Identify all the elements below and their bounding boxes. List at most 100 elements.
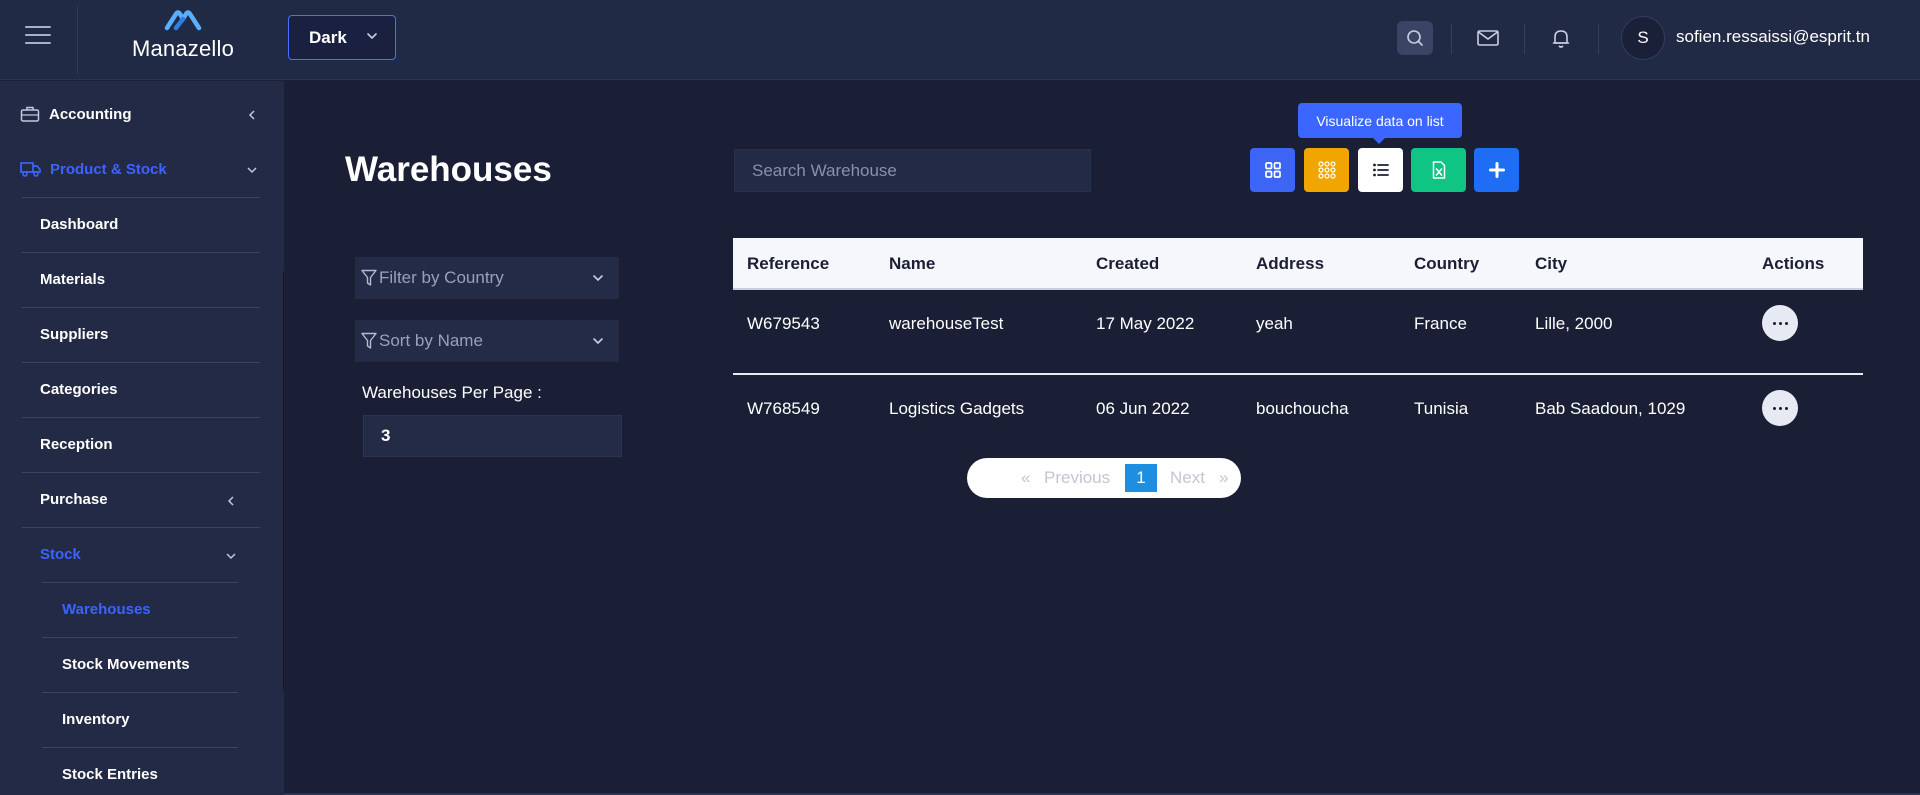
grid-view-icon [1264, 162, 1281, 178]
sidebar-scrollbar[interactable] [283, 271, 284, 691]
grid-view-button[interactable] [1250, 148, 1295, 192]
menu-icon[interactable] [25, 26, 51, 48]
header-divider [1524, 24, 1525, 54]
sidebar-item-suppliers[interactable]: Suppliers [40, 326, 108, 343]
sidebar-divider [22, 197, 260, 198]
sidebar-item-product-stock[interactable]: Product & Stock [20, 160, 167, 178]
cell-address: yeah [1256, 314, 1293, 333]
sidebar-item-categories[interactable]: Categories [40, 381, 118, 398]
add-button[interactable] [1474, 148, 1519, 192]
pagination-first[interactable]: « [1021, 468, 1030, 488]
user-email[interactable]: sofien.ressaissi@esprit.tn [1676, 27, 1870, 47]
sidebar-item-label: Suppliers [40, 326, 109, 343]
more-icon [1772, 321, 1776, 325]
sidebar-item-label: Inventory [62, 711, 130, 728]
sidebar-item-label: Warehouses [62, 601, 151, 618]
logo-icon [164, 10, 202, 31]
chevron-left-icon[interactable] [246, 109, 258, 121]
sidebar-divider [42, 637, 238, 638]
truck-icon [20, 162, 41, 177]
sidebar-divider [22, 417, 260, 418]
sidebar-item-materials[interactable]: Materials [40, 271, 105, 288]
column-header-reference[interactable]: Reference [747, 254, 829, 274]
cell-created: 17 May 2022 [1096, 314, 1195, 333]
pagination-previous[interactable]: Previous [1044, 468, 1110, 488]
list-view-icon [1372, 163, 1389, 177]
cell-created: 06 Jun 2022 [1096, 399, 1190, 418]
bell-icon[interactable] [1543, 21, 1579, 55]
mail-icon[interactable] [1470, 21, 1506, 55]
column-header-name[interactable]: Name [889, 254, 935, 274]
search-icon[interactable] [1397, 21, 1433, 55]
pagination-current-page[interactable]: 1 [1125, 464, 1157, 492]
sidebar-item-label: Categories [40, 381, 118, 398]
sidebar-item-label: Materials [40, 271, 106, 288]
sidebar-item-reception[interactable]: Reception [40, 436, 113, 453]
dots-grid-button[interactable] [1304, 148, 1349, 192]
cell-country: Tunisia [1414, 399, 1469, 418]
more-icon [1772, 406, 1776, 410]
theme-select[interactable]: Dark [288, 15, 396, 60]
sidebar-item-label: Stock Movements [62, 656, 190, 673]
header-divider [1598, 24, 1599, 54]
sidebar-item-stock-movements[interactable]: Stock Movements [62, 656, 190, 673]
row-actions-button[interactable] [1762, 305, 1798, 341]
sidebar: Accounting Product & Stock Dashboard Mat… [0, 81, 284, 795]
cell-reference: W768549 [747, 399, 820, 418]
chevron-down-icon [593, 338, 603, 345]
table-row[interactable]: W768549 Logistics Gadgets 06 Jun 2022 bo… [733, 383, 1863, 467]
sidebar-divider [42, 692, 238, 693]
filter-country-label: Filter by Country [379, 268, 504, 287]
dots-grid-icon [1317, 161, 1336, 179]
chevron-down-icon[interactable] [246, 164, 258, 176]
sidebar-item-inventory[interactable]: Inventory [62, 711, 130, 728]
sidebar-item-label: Accounting [49, 105, 132, 123]
excel-export-button[interactable] [1411, 148, 1466, 192]
chevron-down-icon [367, 33, 377, 40]
sidebar-item-accounting[interactable]: Accounting [20, 105, 132, 123]
sort-name-select[interactable]: Sort by Name [355, 320, 619, 362]
sidebar-item-label: Reception [40, 436, 113, 453]
sidebar-item-dashboard[interactable]: Dashboard [40, 216, 118, 233]
table-row[interactable]: W679543 warehouseTest 17 May 2022 yeah F… [733, 298, 1863, 382]
sidebar-divider [22, 472, 260, 473]
cell-reference: W679543 [747, 314, 820, 333]
app-name: Manazello [131, 36, 235, 61]
sidebar-divider [22, 252, 260, 253]
cell-name: Logistics Gadgets [889, 399, 1025, 418]
pagination-last[interactable]: » [1219, 468, 1228, 488]
sort-name-label: Sort by Name [379, 331, 483, 350]
sidebar-item-stock-entries[interactable]: Stock Entries [62, 766, 158, 783]
sidebar-item-warehouses[interactable]: Warehouses [62, 601, 151, 618]
cell-address: bouchoucha [1256, 399, 1349, 418]
row-actions-button[interactable] [1762, 390, 1798, 426]
sidebar-divider [42, 582, 238, 583]
search-input[interactable] [734, 149, 1091, 192]
sidebar-item-label: Purchase [40, 491, 108, 508]
chevron-left-icon[interactable] [225, 495, 237, 507]
cell-name: warehouseTest [889, 314, 1004, 333]
chevron-down-icon [593, 275, 603, 282]
sidebar-divider [22, 307, 260, 308]
column-header-created[interactable]: Created [1096, 254, 1159, 274]
header-divider [77, 6, 78, 74]
sidebar-item-purchase[interactable]: Purchase [40, 491, 108, 508]
column-header-country[interactable]: Country [1414, 254, 1479, 274]
chevron-down-icon[interactable] [225, 550, 237, 562]
theme-select-value: Dark [309, 27, 347, 47]
sidebar-item-label: Product & Stock [50, 160, 167, 178]
column-header-city[interactable]: City [1535, 254, 1567, 274]
excel-export-icon [1432, 161, 1445, 179]
table-header: Reference Name Created Address Country C… [733, 238, 1863, 290]
per-page-input[interactable] [363, 415, 622, 457]
pagination-next[interactable]: Next [1170, 468, 1205, 488]
add-icon [1488, 162, 1505, 178]
avatar[interactable]: S [1621, 16, 1665, 60]
list-view-button[interactable] [1358, 148, 1403, 192]
column-header-address[interactable]: Address [1256, 254, 1324, 274]
cell-country: France [1414, 314, 1467, 333]
sidebar-divider [22, 362, 260, 363]
sidebar-item-stock[interactable]: Stock [40, 546, 81, 563]
filter-country-select[interactable]: Filter by Country [355, 257, 619, 299]
app-logo[interactable]: Manazello [118, 8, 248, 68]
